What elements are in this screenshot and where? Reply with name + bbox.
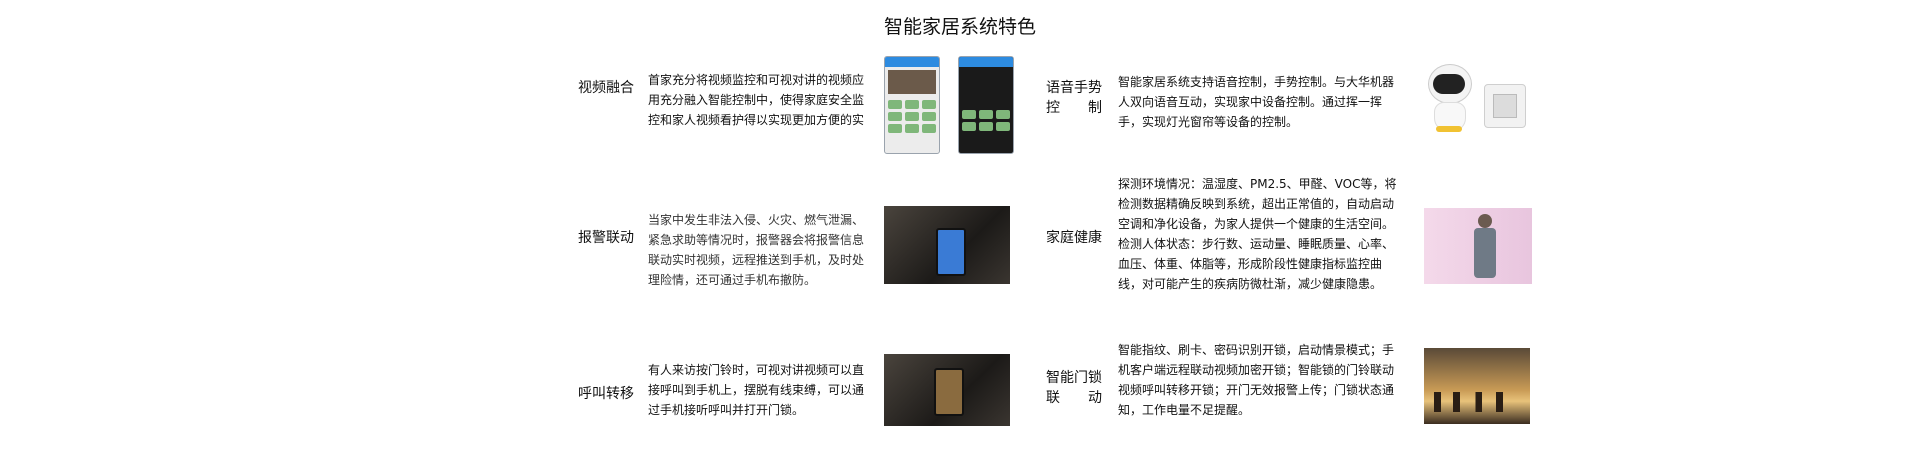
- desc-line: 机客户端远程联动视频加密开锁；智能锁的门铃联动: [1118, 363, 1395, 377]
- control-panel-image: [1484, 84, 1526, 128]
- alarm-photo-image: [884, 206, 1010, 284]
- call-forward-photo-image: [884, 354, 1010, 426]
- desc-line: 知，工作电量不足提醒。: [1118, 403, 1251, 417]
- desc-line: 用充分融入智能控制中，使得家庭安全监: [648, 93, 865, 107]
- desc-line: 视频呼叫转移开锁；开门无效报警上传；门锁状态通: [1118, 383, 1395, 397]
- label-line: 语音手势: [1046, 80, 1102, 96]
- feature-label-smart-lock: 智能门锁 联 动: [1046, 368, 1102, 408]
- desc-line: 当家中发生非法入侵、火灾、燃气泄漏、: [648, 213, 865, 227]
- feature-label-voice-gesture: 语音手势 控 制: [1046, 78, 1102, 118]
- desc-line: 线，对可能产生的疾病防微杜渐，减少健康隐患。: [1118, 277, 1383, 291]
- desc-line: 过手机接听呼叫并打开门锁。: [648, 403, 805, 417]
- feature-label-alarm-linkage: 报警联动: [578, 230, 634, 246]
- desc-line: 智能指纹、刷卡、密码识别开锁，启动情景模式；手: [1118, 343, 1395, 357]
- desc-line: 紧急求助等情况时，报警器会将报警信息: [648, 233, 865, 247]
- desc-line: 首家充分将视频监控和可视对讲的视频应: [648, 73, 865, 87]
- desc-line: 人双向语音互动，实现家中设备控制。通过挥一挥: [1118, 95, 1383, 109]
- feature-desc-call-forward: 有人来访按门铃时，可视对讲视频可以直 接呼叫到手机上，摆脱有线束缚，可以通 过手…: [648, 360, 870, 420]
- label-line: 联 动: [1046, 390, 1102, 406]
- desc-line: 血压、体重、体脂等，形成阶段性健康指标监控曲: [1118, 257, 1383, 271]
- desc-line: 探测环境情况：温湿度、PM2.5、甲醛、VOC等，将: [1118, 177, 1397, 191]
- desc-line: 有人来访按门铃时，可视对讲视频可以直: [648, 363, 865, 377]
- robot-image: [1420, 60, 1480, 142]
- label-line: 控 制: [1046, 100, 1102, 116]
- desc-line: 检测数据精确反映到系统，超出正常值的，自动启动: [1118, 197, 1395, 211]
- feature-label-video-fusion: 视频融合: [578, 80, 634, 96]
- desc-line: 联动实时视频，远程推送到手机，及时处: [648, 253, 865, 267]
- feature-label-call-forward: 呼叫转移: [578, 386, 634, 402]
- feature-desc-family-health: 探测环境情况：温湿度、PM2.5、甲醛、VOC等，将 检测数据精确反映到系统，超…: [1118, 174, 1414, 294]
- desc-line: 理险情，还可通过手机布撤防。: [648, 273, 817, 287]
- family-sunset-photo-image: [1424, 348, 1530, 424]
- desc-line: 手，实现灯光窗帘等设备的控制。: [1118, 115, 1299, 129]
- feature-desc-smart-lock: 智能指纹、刷卡、密码识别开锁，启动情景模式；手 机客户端远程联动视频加密开锁；智…: [1118, 340, 1414, 420]
- feature-label-family-health: 家庭健康: [1046, 230, 1102, 246]
- phone-screenshot-image: [884, 56, 940, 154]
- feature-desc-video-fusion: 首家充分将视频监控和可视对讲的视频应 用充分融入智能控制中，使得家庭安全监 控和…: [648, 70, 870, 130]
- desc-line: 检测人体状态：步行数、运动量、睡眠质量、心率、: [1118, 237, 1395, 251]
- feature-desc-alarm-linkage: 当家中发生非法入侵、火灾、燃气泄漏、 紧急求助等情况时，报警器会将报警信息 联动…: [648, 210, 872, 290]
- desc-line: 控和家人视频看护得以实现更加方便的实: [648, 113, 865, 127]
- desc-line: 智能家居系统支持语音控制，手势控制。与大华机器: [1118, 75, 1395, 89]
- label-line: 智能门锁: [1046, 370, 1102, 386]
- desc-line: 接呼叫到手机上，摆脱有线束缚，可以通: [648, 383, 865, 397]
- page-title: 智能家居系统特色: [883, 16, 1036, 38]
- phone-screenshot-image: [958, 56, 1014, 154]
- feature-desc-voice-gesture: 智能家居系统支持语音控制，手势控制。与大华机器 人双向语音互动，实现家中设备控制…: [1118, 72, 1410, 132]
- health-photo-image: [1424, 208, 1532, 284]
- desc-line: 空调和净化设备，为家人提供一个健康的生活空间。: [1118, 217, 1395, 231]
